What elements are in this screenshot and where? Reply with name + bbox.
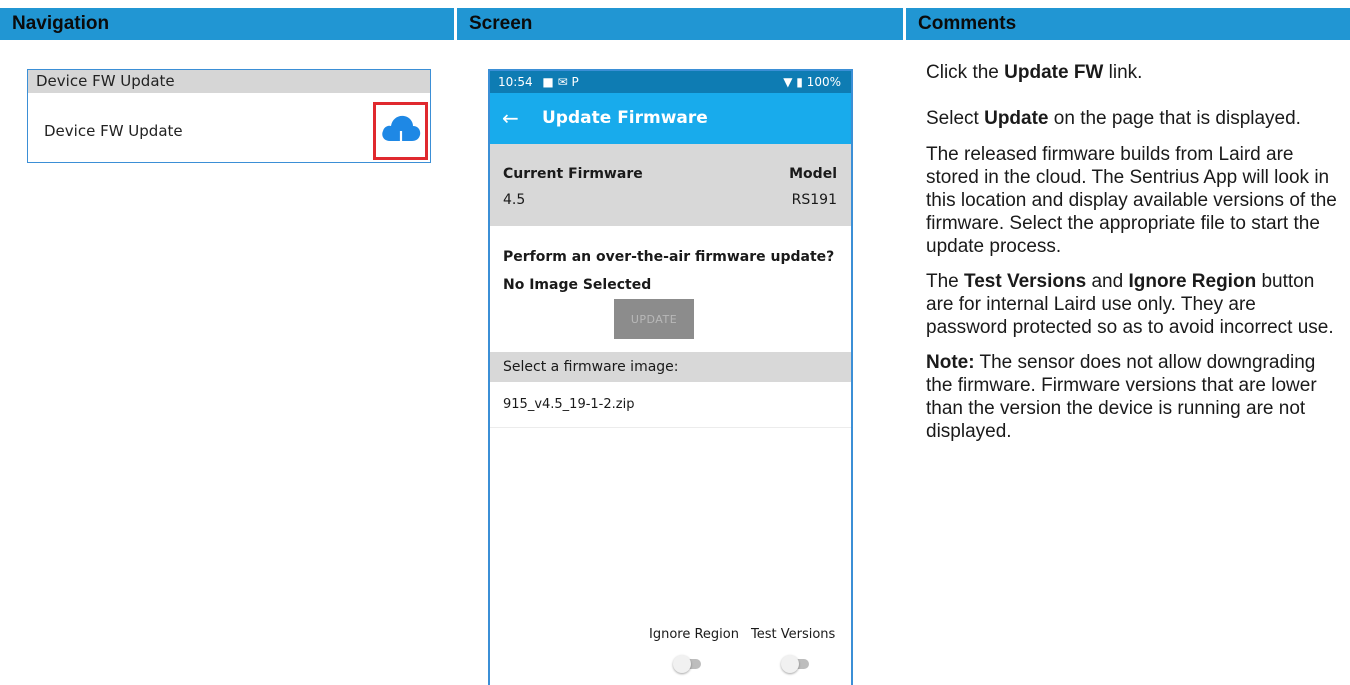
comment-text: and: [1086, 271, 1129, 292]
ota-section: Perform an over-the-air firmware update?…: [490, 226, 851, 352]
toggle-thumb: [781, 655, 799, 673]
test-versions-toggle[interactable]: [781, 655, 811, 673]
status-bar: 10:54 ■ ✉ P ▼ ▮ 100%: [490, 71, 851, 93]
nav-menu-panel: Device FW Update Device FW Update: [27, 69, 431, 163]
app-bar: ← Update Firmware: [490, 93, 851, 144]
comment-bold: Ignore Region: [1128, 271, 1257, 292]
cloud-download-icon[interactable]: [379, 111, 423, 151]
comment-text: The: [926, 271, 965, 292]
comment-cloud-info: The released firmware builds from Laird …: [926, 144, 1337, 257]
status-left: 10:54 ■ ✉ P: [498, 71, 579, 93]
toggle-thumb: [673, 655, 691, 673]
select-image-header: Select a firmware image:: [490, 352, 851, 382]
header-comments: Comments: [906, 8, 1350, 40]
image-status: No Image Selected: [503, 277, 652, 293]
table-header: Navigation Screen Comments: [0, 0, 1350, 46]
header-screen: Screen: [457, 8, 903, 40]
comment-bold: Update: [984, 108, 1049, 129]
app-title: Update Firmware: [542, 108, 708, 128]
note-label: Note:: [926, 352, 975, 373]
ignore-region-label: Ignore Region: [649, 627, 739, 642]
comments-column: Click the Update FW link. Select Update …: [926, 61, 1341, 455]
ignore-region-toggle[interactable]: [673, 655, 703, 673]
current-firmware-label: Current Firmware: [503, 166, 643, 182]
ota-question: Perform an over-the-air firmware update?: [503, 249, 835, 265]
comment-note: Note: The sensor does not allow downgrad…: [926, 351, 1341, 443]
comment-step-1: Click the Update FW link.: [926, 61, 1341, 84]
firmware-file-item[interactable]: 915_v4.5_19-1-2.zip: [490, 382, 851, 428]
update-button[interactable]: UPDATE: [614, 299, 694, 339]
current-firmware-value: 4.5: [503, 192, 526, 208]
comment-text: Select: [926, 108, 985, 129]
comment-internal-buttons: The Test Versions and Ignore Region butt…: [926, 270, 1341, 339]
test-versions-label: Test Versions: [751, 627, 836, 642]
comment-text: Click the: [926, 62, 1005, 83]
nav-item-device-fw-update[interactable]: Device FW Update: [44, 122, 183, 140]
status-battery: ▼ ▮ 100%: [783, 75, 841, 89]
comment-bold: Update FW: [1004, 62, 1104, 83]
model-value: RS191: [791, 192, 837, 208]
phone-screen: 10:54 ■ ✉ P ▼ ▮ 100% ← Update Firmware C…: [488, 69, 853, 685]
cloud-download-icon-highlight[interactable]: [373, 102, 428, 160]
status-notification-icons: ■ ✉ P: [542, 75, 579, 89]
back-arrow-icon[interactable]: ←: [502, 106, 519, 130]
toggle-area: Ignore Region Test Versions: [490, 627, 851, 685]
comment-step-2: Select Update on the page that is displa…: [926, 106, 1341, 131]
nav-section-title: Device FW Update: [28, 70, 430, 93]
comment-text: The sensor does not allow downgrading th…: [926, 352, 1317, 442]
comment-text: link.: [1103, 62, 1143, 83]
model-label: Model: [789, 166, 837, 182]
status-time: 10:54: [498, 75, 533, 89]
comment-text: on the page that is displayed.: [1048, 108, 1301, 129]
comment-bold: Test Versions: [964, 271, 1087, 292]
header-navigation: Navigation: [0, 8, 454, 40]
firmware-info-panel: Current Firmware 4.5 Model RS191: [490, 144, 851, 226]
